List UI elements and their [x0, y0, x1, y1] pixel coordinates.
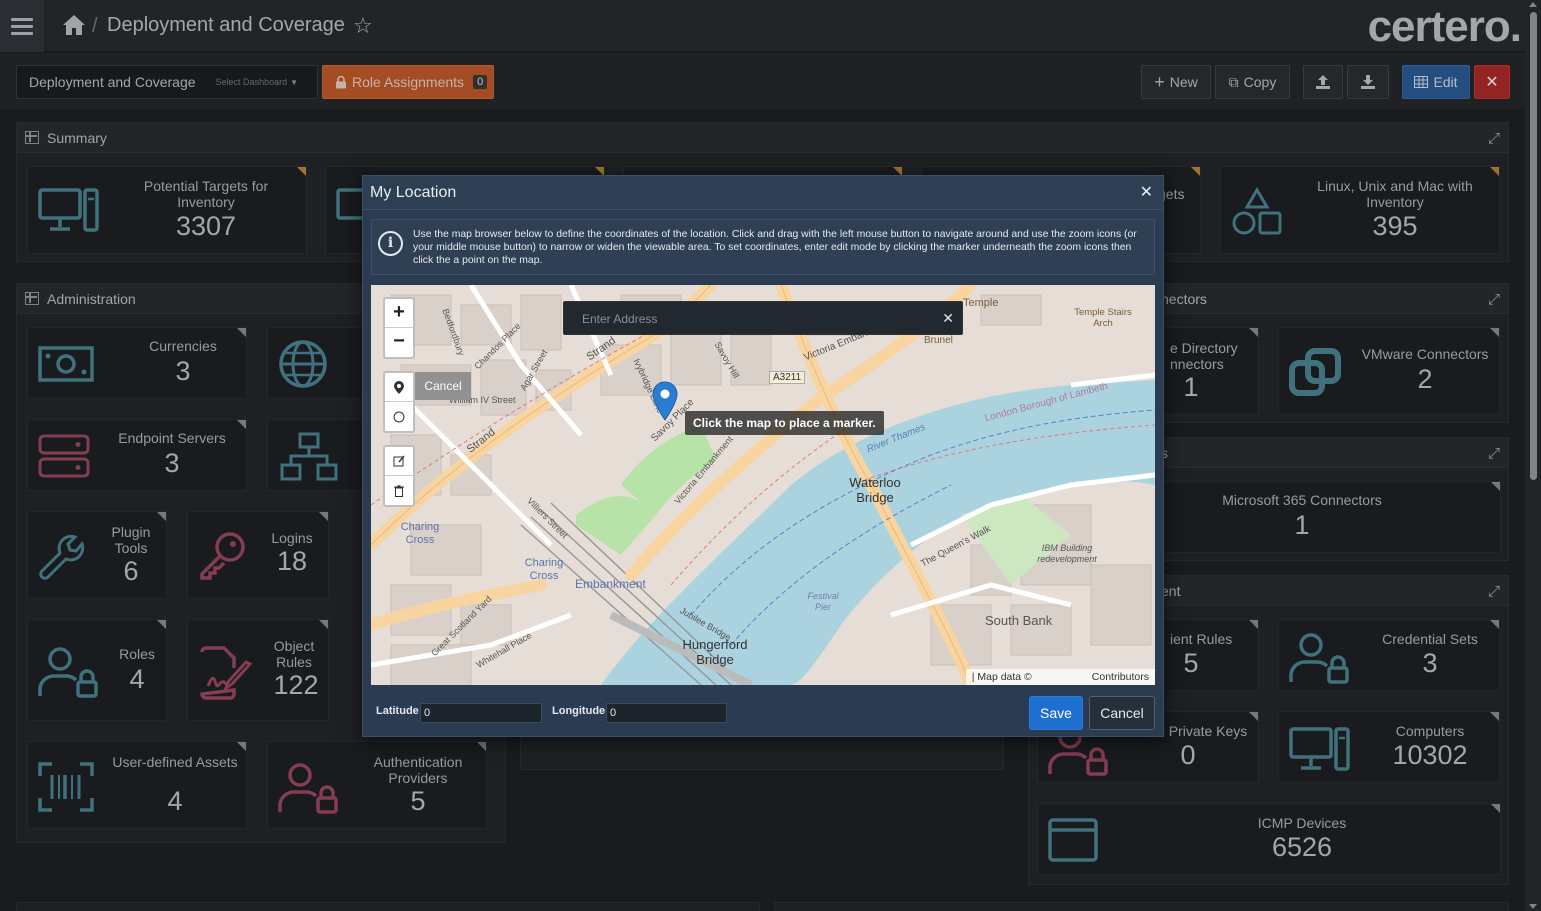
cancel-draw-button[interactable]: Cancel — [415, 372, 471, 400]
save-button[interactable]: Save — [1029, 696, 1083, 730]
zoom-control: + − — [383, 297, 415, 359]
edit-icon — [393, 455, 405, 467]
map-label: Embankment — [575, 577, 646, 591]
attribution-left: | Map data © — [971, 671, 1032, 683]
circle-icon — [393, 411, 405, 422]
attribution-right: Contributors — [1091, 671, 1149, 683]
info-box: i Use the map browser below to define th… — [371, 219, 1155, 275]
map-attribution: | Map data © Contributors — [965, 669, 1155, 685]
trash-icon — [394, 484, 404, 497]
longitude-label: Longitude — [552, 705, 606, 717]
address-input[interactable] — [572, 308, 932, 330]
latitude-label: Latitude — [376, 705, 419, 717]
info-text: Use the map browser below to define the … — [413, 229, 1137, 266]
zoom-in-button[interactable]: + — [385, 299, 413, 328]
map-label: Temple — [963, 297, 999, 309]
map-label: South Bank — [985, 613, 1053, 628]
map-label: Hungerford Bridge — [682, 637, 748, 667]
circle-tool-button[interactable] — [385, 402, 413, 431]
marker-tool-button[interactable] — [385, 373, 413, 402]
my-location-dialog: My Location ✕ i Use the map browser belo… — [362, 175, 1164, 737]
map-label: IBM Building redevelopment — [1037, 543, 1097, 564]
edit-layers-button[interactable] — [385, 447, 413, 476]
address-search-box: ✕ — [563, 301, 963, 335]
clear-address-icon[interactable]: ✕ — [942, 310, 954, 327]
map-label: Temple Stairs Arch — [1074, 307, 1132, 329]
map-label: Brunel — [924, 335, 953, 346]
map-marker-icon[interactable] — [652, 381, 678, 421]
map-label: Waterloo Bridge — [849, 475, 901, 505]
latitude-input[interactable] — [420, 703, 542, 723]
edit-control — [383, 445, 415, 507]
map-label: A3211 — [769, 371, 806, 384]
marker-tooltip: Click the map to place a marker. — [685, 411, 884, 435]
map-marker-icon — [394, 380, 404, 394]
longitude-input[interactable] — [606, 703, 727, 723]
delete-layers-button[interactable] — [385, 476, 413, 505]
cancel-button[interactable]: Cancel — [1089, 696, 1155, 730]
map-view[interactable]: Strand Strand Savoy Place Savoy Hill Wil… — [371, 285, 1155, 685]
map-label: Charing Cross — [524, 557, 564, 582]
zoom-out-button[interactable]: − — [385, 328, 413, 357]
coordinates-row: Latitude Longitude Save Cancel — [363, 693, 1163, 733]
modal-title: My Location — [370, 184, 457, 201]
info-icon: i — [378, 231, 403, 256]
modal-header: My Location ✕ — [363, 176, 1163, 210]
map-label: Charing Cross — [400, 521, 440, 546]
draw-control — [383, 371, 415, 433]
modal-close-icon[interactable]: ✕ — [1140, 182, 1153, 202]
map-label: Festival Pier — [807, 591, 839, 612]
